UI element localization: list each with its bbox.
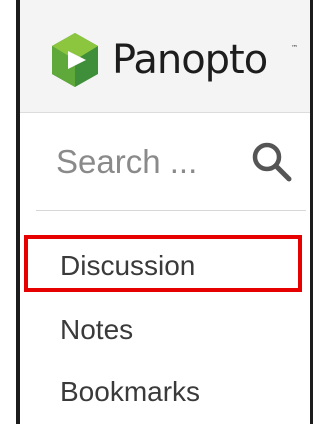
- search-icon[interactable]: [250, 140, 294, 184]
- sidebar-panel: Panopto ™ Discussion Notes Bookmarks: [20, 0, 310, 424]
- brand-name: Panopto: [112, 37, 268, 83]
- sidebar-header: Panopto ™: [20, 0, 310, 113]
- nav-item-notes[interactable]: Notes: [60, 310, 133, 350]
- search-input[interactable]: [56, 130, 226, 194]
- highlight-box-discussion: [24, 235, 302, 292]
- trademark-symbol: ™: [291, 44, 298, 52]
- app-frame: Panopto ™ Discussion Notes Bookmarks: [0, 0, 320, 424]
- search-row: [56, 130, 306, 194]
- search-divider: [36, 210, 306, 211]
- right-frame-border: [310, 0, 313, 424]
- panopto-logo-icon: [52, 33, 98, 87]
- nav-item-bookmarks[interactable]: Bookmarks: [60, 372, 200, 412]
